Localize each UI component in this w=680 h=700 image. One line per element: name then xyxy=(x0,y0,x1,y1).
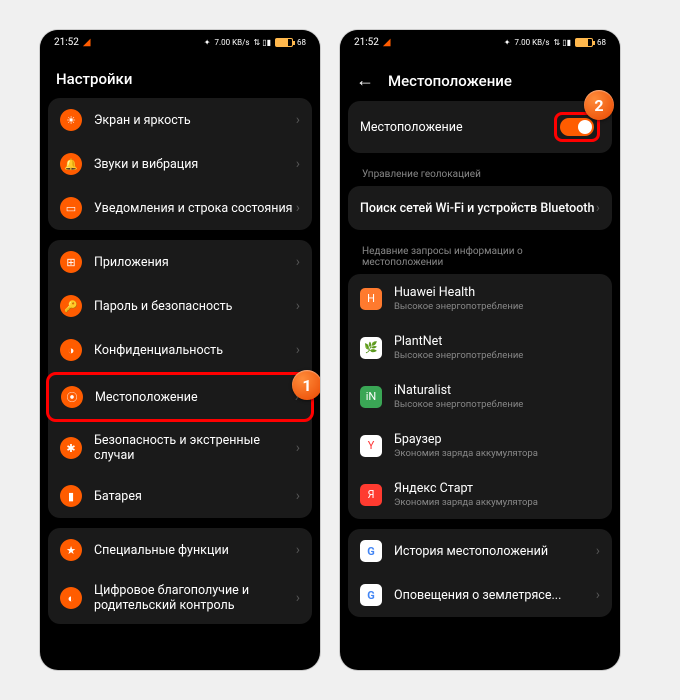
page-header-location: ← Местоположение xyxy=(340,54,620,101)
app-icon-plantnet: 🌿 xyxy=(360,337,382,359)
privacy-icon: ◑ xyxy=(60,339,82,361)
apps-icon: ⊞ xyxy=(60,251,82,273)
location-toggle-card: Местоположение xyxy=(348,101,612,153)
google-services-card: G История местоположений › G Оповещения … xyxy=(348,529,612,617)
app-row-inaturalist[interactable]: iN iNaturalistВысокое энергопотребление xyxy=(348,372,612,421)
status-bar: 21:52 ◢ ✦ 7.00 KB/s ⇅ ▯▮ 68 xyxy=(340,30,620,54)
chevron-right-icon: › xyxy=(296,488,300,504)
recent-apps-card: H Huawei HealthВысокое энергопотребление… xyxy=(348,274,612,519)
row-safety-emergency[interactable]: ✱ Безопасность и экстренные случаи › xyxy=(48,422,312,474)
chevron-right-icon: › xyxy=(296,156,300,172)
chevron-right-icon: › xyxy=(296,590,300,606)
row-display-brightness[interactable]: ☀ Экран и яркость › xyxy=(48,98,312,142)
app-icon-huawei-health: H xyxy=(360,288,382,310)
battery-icon: ▮ xyxy=(60,485,82,507)
status-time: 21:52 xyxy=(354,37,379,48)
callout-badge-1: 1 xyxy=(292,370,320,400)
section-geo-management: Управление геолокацией xyxy=(348,163,612,186)
chevron-right-icon: › xyxy=(296,112,300,128)
page-title-location: Местоположение xyxy=(388,72,512,90)
row-wifi-bt-scanning[interactable]: Поиск сетей Wi-Fi и устройств Bluetooth … xyxy=(348,186,612,230)
row-special-features[interactable]: ★ Специальные функции › xyxy=(48,528,312,572)
status-battery: 68 xyxy=(297,38,306,47)
status-bar: 21:52 ◢ ✦ 7.00 KB/s ⇅ ▯▮ 68 xyxy=(40,30,320,54)
settings-group-extra: ★ Специальные функции › ◐ Цифровое благо… xyxy=(48,528,312,624)
app-row-huawei-health[interactable]: H Huawei HealthВысокое энергопотребление xyxy=(348,274,612,323)
chevron-right-icon: › xyxy=(296,342,300,358)
settings-group-display: ☀ Экран и яркость › 🔔 Звуки и вибрация ›… xyxy=(48,98,312,230)
chevron-right-icon: › xyxy=(296,298,300,314)
app-icon-yandex-start: Я xyxy=(360,484,382,506)
row-apps[interactable]: ⊞ Приложения › xyxy=(48,240,312,284)
row-notifications-statusbar[interactable]: ▭ Уведомления и строка состояния › xyxy=(48,186,312,230)
notification-icon: ▭ xyxy=(60,197,82,219)
security-icon: ✱ xyxy=(60,437,82,459)
row-battery[interactable]: ▮ Батарея › xyxy=(48,474,312,518)
callout-badge-2: 2 xyxy=(584,90,614,120)
wifi-bt-scanning-card: Поиск сетей Wi-Fi и устройств Bluetooth … xyxy=(348,186,612,230)
page-title-settings: Настройки xyxy=(40,54,320,98)
chevron-right-icon: › xyxy=(296,542,300,558)
chevron-right-icon: › xyxy=(596,587,600,603)
status-net: 7.00 KB/s xyxy=(214,38,249,47)
settings-group-system: ⊞ Приложения › 🔑 Пароль и безопасность ›… xyxy=(48,240,312,518)
chevron-right-icon: › xyxy=(296,254,300,270)
phone-left-settings: 21:52 ◢ ✦ 7.00 KB/s ⇅ ▯▮ 68 Настройки ☀ … xyxy=(40,30,320,670)
chevron-right-icon: › xyxy=(296,200,300,216)
wellbeing-icon: ◐ xyxy=(60,587,82,609)
row-digital-wellbeing[interactable]: ◐ Цифровое благополучие и родительский к… xyxy=(48,572,312,624)
row-earthquake-alerts[interactable]: G Оповещения о землетрясе... › xyxy=(348,573,612,617)
status-battery: 68 xyxy=(597,38,606,47)
app-row-plantnet[interactable]: 🌿 PlantNetВысокое энергопотребление xyxy=(348,323,612,372)
chevron-right-icon: › xyxy=(596,200,600,216)
location-icon: ⦿ xyxy=(61,386,83,408)
phone-right-location: 21:52 ◢ ✦ 7.00 KB/s ⇅ ▯▮ 68 ← Местополож… xyxy=(340,30,620,670)
chevron-right-icon: › xyxy=(296,440,300,456)
chevron-right-icon: › xyxy=(596,543,600,559)
row-password-security[interactable]: 🔑 Пароль и безопасность › xyxy=(48,284,312,328)
app-icon-yandex-browser: Y xyxy=(360,435,382,457)
status-time: 21:52 xyxy=(54,37,79,48)
row-location-history[interactable]: G История местоположений › xyxy=(348,529,612,573)
location-toggle-switch[interactable] xyxy=(560,118,594,136)
bell-icon: 🔔 xyxy=(60,153,82,175)
app-row-yandex-browser[interactable]: Y БраузерЭкономия заряда аккумулятора xyxy=(348,421,612,470)
row-sounds-vibration[interactable]: 🔔 Звуки и вибрация › xyxy=(48,142,312,186)
google-icon: G xyxy=(360,540,382,562)
app-icon-inaturalist: iN xyxy=(360,386,382,408)
row-privacy[interactable]: ◑ Конфиденциальность › xyxy=(48,328,312,372)
section-recent-requests: Недавние запросы информации о местополож… xyxy=(348,240,612,274)
key-icon: 🔑 xyxy=(60,295,82,317)
special-icon: ★ xyxy=(60,539,82,561)
app-row-yandex-start[interactable]: Я Яндекс СтартЭкономия заряда аккумулято… xyxy=(348,470,612,519)
row-location-toggle[interactable]: Местоположение xyxy=(348,101,612,153)
row-location[interactable]: ⦿ Местоположение › xyxy=(46,372,314,422)
status-net: 7.00 KB/s xyxy=(514,38,549,47)
back-arrow-icon[interactable]: ← xyxy=(356,70,374,91)
google-icon: G xyxy=(360,584,382,606)
sun-icon: ☀ xyxy=(60,109,82,131)
